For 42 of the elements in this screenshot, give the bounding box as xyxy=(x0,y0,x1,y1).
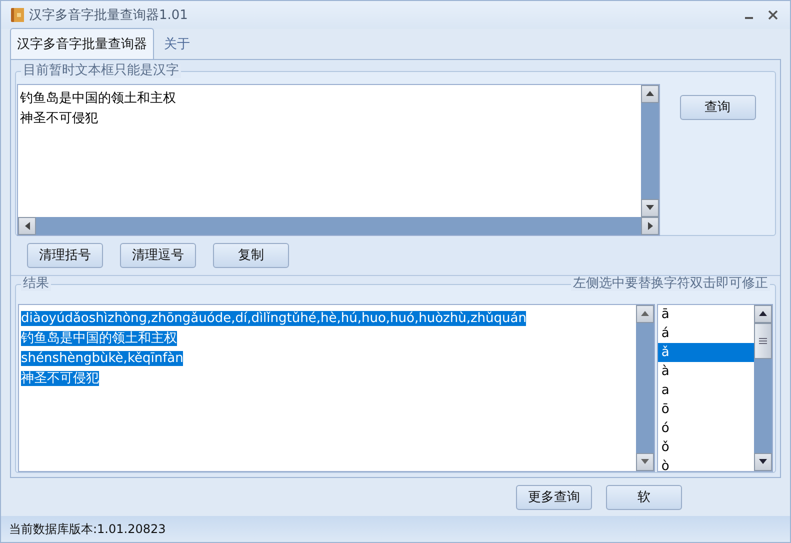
character-list-item[interactable]: ō xyxy=(658,400,754,419)
character-list-item[interactable]: ǒ xyxy=(658,438,754,457)
status-text: 当前数据库版本:1.01.20823 xyxy=(9,520,166,538)
up-arrow-icon xyxy=(641,311,650,316)
left-arrow-icon xyxy=(24,222,30,230)
up-arrow-icon xyxy=(759,311,767,316)
character-list-item[interactable]: ó xyxy=(658,418,754,438)
tab[interactable]: 关于 xyxy=(158,28,196,59)
down-arrow-icon xyxy=(759,459,767,464)
tab[interactable]: 汉字多音字批量查询器 xyxy=(10,28,154,59)
input-text-line: 神圣不可侵犯 xyxy=(20,110,98,126)
character-list-item[interactable]: ā xyxy=(658,304,754,324)
tool-button[interactable]: 清理逗号 xyxy=(120,242,196,268)
grip-icon xyxy=(759,338,767,344)
character-list[interactable]: ā á ǎ à a ō ó ǒ ò xyxy=(657,304,773,472)
query-button[interactable]: 查询 xyxy=(680,94,756,120)
vertical-scrollbar[interactable] xyxy=(641,84,659,217)
horizontal-scrollbar[interactable] xyxy=(18,216,659,235)
group-legend: 结果 xyxy=(21,276,51,291)
result-text-area[interactable]: diàoyúdǎoshìzhòng,zhōngǎuóde,dí,dìlǐngtǔhé,hè,hú,huo,huó,huòzhù,zhǔquán 钓鱼岛是中国的领土和主权 shénshèngbùkè,kěqīnfàn 神圣不可侵犯 xyxy=(18,304,656,472)
character-list-item[interactable]: ǎ xyxy=(658,342,754,362)
vertical-scrollbar[interactable] xyxy=(636,304,654,471)
window-title: 汉字多音字批量查询器1.01 xyxy=(29,6,188,24)
input-text-line: 钓鱼岛是中国的领土和主权 xyxy=(20,90,176,106)
character-list-item[interactable]: a xyxy=(658,380,754,400)
tool-button[interactable]: 复制 xyxy=(213,242,289,268)
vertical-scrollbar[interactable] xyxy=(754,304,772,471)
book-icon xyxy=(11,6,25,23)
down-arrow-icon xyxy=(646,205,654,210)
up-arrow-icon xyxy=(646,91,654,96)
group-legend: 目前暂时文本框只能是汉字 xyxy=(21,64,181,78)
character-list-item[interactable]: ò xyxy=(658,456,754,471)
footer-button[interactable]: 软 xyxy=(606,484,682,510)
down-arrow-icon xyxy=(641,459,650,464)
right-arrow-icon xyxy=(648,222,652,230)
close-icon[interactable] xyxy=(768,10,778,20)
text-input-area[interactable]: 钓鱼岛是中国的领土和主权 神圣不可侵犯 xyxy=(17,84,660,236)
hint-text: 左侧选中要替换字符双击即可修正 xyxy=(571,276,770,291)
footer-button[interactable]: 更多查询 xyxy=(516,484,592,510)
tool-button[interactable]: 清理括号 xyxy=(27,242,103,268)
character-list-item[interactable]: á xyxy=(658,324,754,343)
character-list-item[interactable]: à xyxy=(658,362,754,381)
